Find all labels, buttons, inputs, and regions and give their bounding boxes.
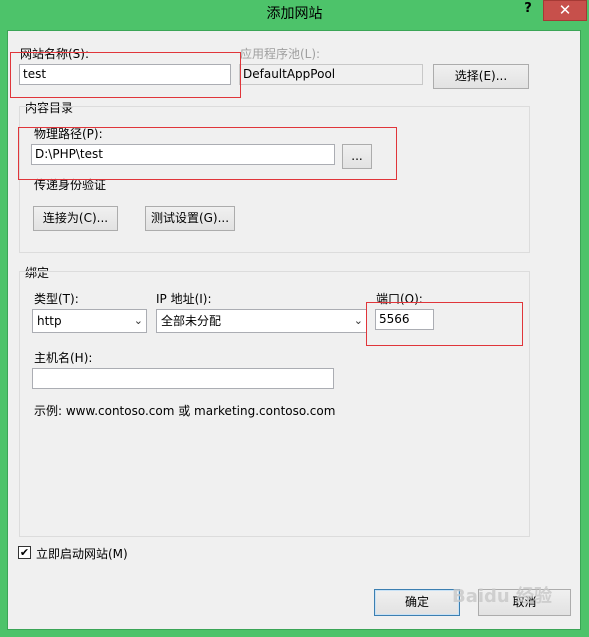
connect-as-button[interactable]: 连接为(C)... bbox=[33, 206, 118, 231]
type-label: 类型(T): bbox=[34, 292, 79, 306]
ip-address-label: IP 地址(I): bbox=[156, 292, 212, 306]
window-title: 添加网站 bbox=[266, 6, 323, 22]
chevron-down-icon: ⌄ bbox=[133, 314, 143, 327]
ip-address-select-value: 全部未分配 bbox=[161, 314, 222, 328]
host-example-text: 示例: www.contoso.com 或 marketing.contoso.… bbox=[34, 404, 336, 418]
ok-button[interactable]: 确定 bbox=[374, 589, 460, 616]
start-immediately-checkbox[interactable]: ✔ bbox=[18, 546, 31, 559]
app-pool-field: DefaultAppPool bbox=[239, 64, 423, 85]
highlight-site-name bbox=[10, 52, 241, 98]
dialog-client-area: 网站名称(S): test 应用程序池(L): DefaultAppPool 选… bbox=[7, 30, 581, 630]
host-name-input[interactable] bbox=[32, 368, 334, 389]
chevron-down-icon: ⌄ bbox=[353, 314, 363, 327]
test-settings-button[interactable]: 测试设置(G)... bbox=[145, 206, 235, 231]
help-button[interactable]: ? bbox=[518, 0, 538, 20]
start-immediately-label: 立即启动网站(M) bbox=[36, 547, 128, 561]
type-select-value: http bbox=[37, 314, 62, 328]
title-bar: 添加网站 ? ✕ bbox=[0, 0, 589, 24]
highlight-physical-path bbox=[18, 127, 397, 180]
highlight-port bbox=[366, 302, 523, 346]
host-name-label: 主机名(H): bbox=[34, 351, 93, 365]
ip-address-select[interactable]: 全部未分配 ⌄ bbox=[156, 309, 367, 333]
type-select[interactable]: http ⌄ bbox=[32, 309, 147, 333]
app-pool-label: 应用程序池(L): bbox=[240, 47, 321, 61]
watermark: Baidu 经验 bbox=[452, 586, 553, 607]
select-app-pool-button[interactable]: 选择(E)... bbox=[433, 64, 529, 89]
close-button[interactable]: ✕ bbox=[543, 0, 587, 21]
